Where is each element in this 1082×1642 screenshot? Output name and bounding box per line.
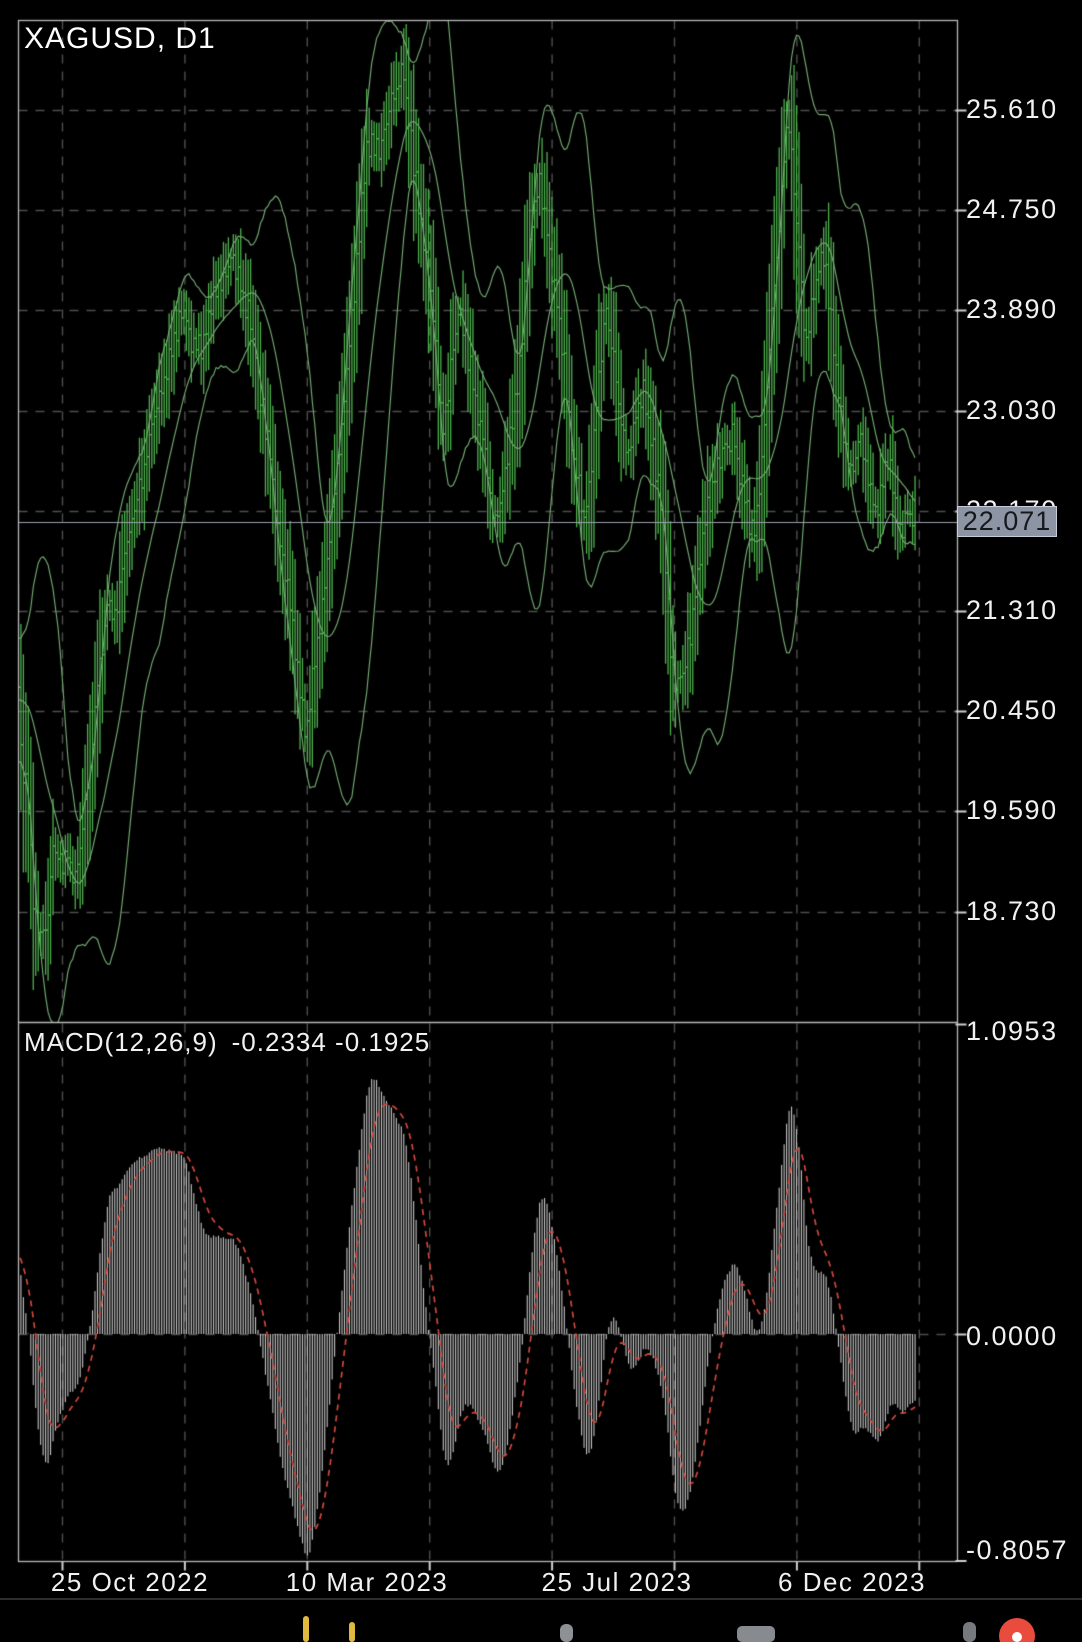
date-tick-label: 10 Mar 2023 <box>286 1567 448 1598</box>
profile-icon[interactable] <box>963 1622 976 1642</box>
date-tick-label: 25 Oct 2022 <box>51 1567 209 1598</box>
price-tick-label: 19.590 <box>966 795 1058 826</box>
macd-current-values: -0.2334 -0.1925 <box>232 1027 431 1057</box>
macd-axis-min-label: -0.8057 <box>966 1535 1068 1566</box>
trading-chart-screen: XAGUSD, D1 MACD(12,26,9)-0.2334 -0.1925 … <box>0 0 1082 1642</box>
candles-icon[interactable] <box>303 1616 309 1642</box>
macd-indicator-label: MACD(12,26,9) -0.2334 -0.1925 <box>24 1027 444 1058</box>
current-price-badge: 22.071 <box>957 506 1057 537</box>
indicator-dot-icon[interactable] <box>560 1624 573 1642</box>
price-tick-label: 23.890 <box>966 294 1058 325</box>
price-tick-label: 20.450 <box>966 695 1058 726</box>
candles-icon[interactable] <box>349 1622 355 1642</box>
price-tick-label: 18.730 <box>966 896 1058 927</box>
macd-axis-zero-label: 0.0000 <box>966 1321 1058 1352</box>
price-tick-label: 23.030 <box>966 395 1058 426</box>
price-tick-label: 24.750 <box>966 194 1058 225</box>
toolbar-divider <box>0 1598 1082 1600</box>
macd-name: MACD(12,26,9) <box>24 1027 218 1057</box>
date-tick-label: 6 Dec 2023 <box>778 1567 926 1598</box>
record-badge-dot <box>1012 1632 1022 1642</box>
date-tick-label: 25 Jul 2023 <box>542 1567 693 1598</box>
price-tick-label: 25.610 <box>966 94 1058 125</box>
price-tick-label: 21.310 <box>966 595 1058 626</box>
symbol-title: XAGUSD, D1 <box>24 22 216 56</box>
window-icon[interactable] <box>737 1626 775 1642</box>
price-macd-chart-canvas[interactable] <box>0 0 1082 1642</box>
macd-axis-max-label: 1.0953 <box>966 1016 1058 1047</box>
